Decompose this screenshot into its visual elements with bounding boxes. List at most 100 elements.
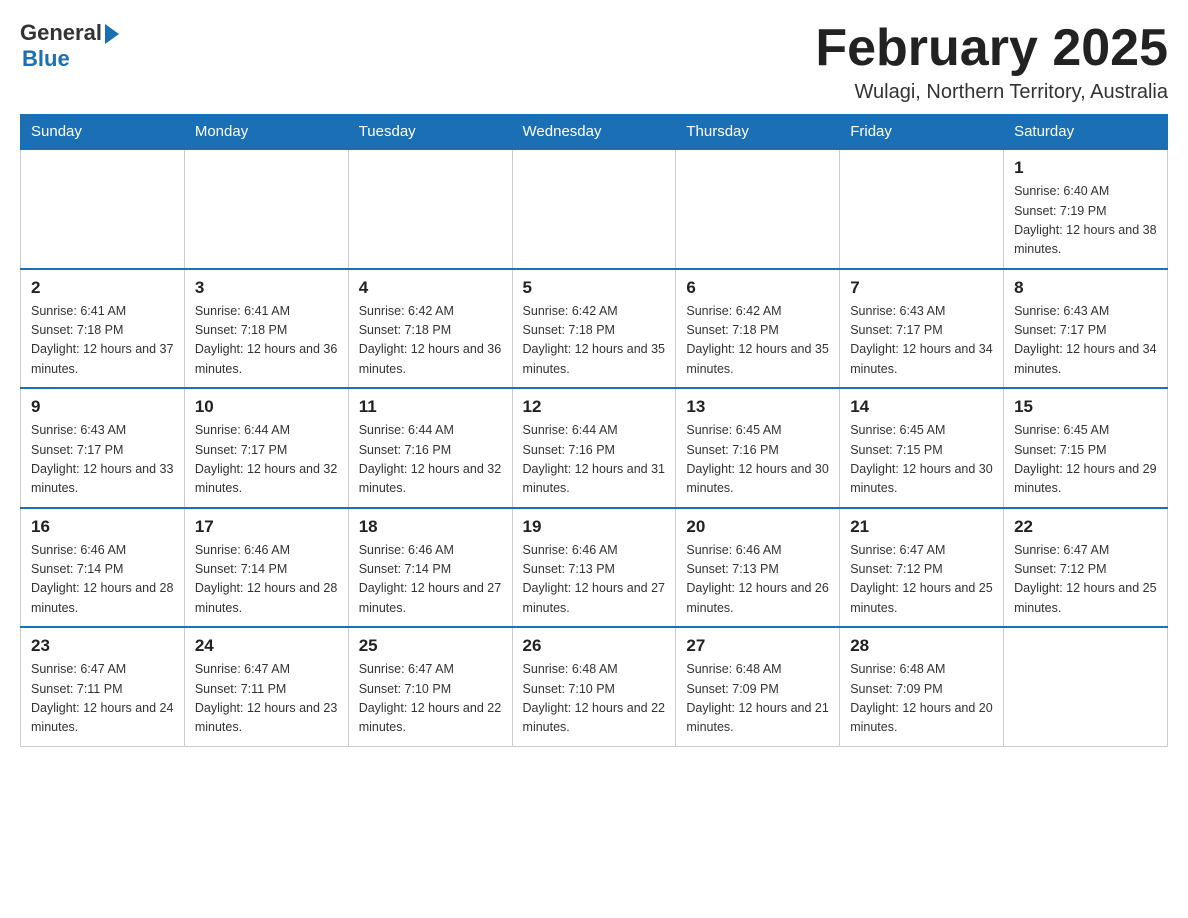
day-info: Sunrise: 6:46 AM Sunset: 7:13 PM Dayligh… — [523, 541, 666, 619]
day-number: 10 — [195, 397, 338, 417]
day-info: Sunrise: 6:46 AM Sunset: 7:14 PM Dayligh… — [359, 541, 502, 619]
day-info: Sunrise: 6:48 AM Sunset: 7:10 PM Dayligh… — [523, 660, 666, 738]
day-of-week-header: Monday — [184, 115, 348, 150]
day-number: 24 — [195, 636, 338, 656]
calendar-cell: 1 Sunrise: 6:40 AM Sunset: 7:19 PM Daylig… — [1004, 149, 1168, 269]
day-info: Sunrise: 6:47 AM Sunset: 7:12 PM Dayligh… — [1014, 541, 1157, 619]
day-info: Sunrise: 6:44 AM Sunset: 7:17 PM Dayligh… — [195, 421, 338, 499]
calendar-cell: 10 Sunrise: 6:44 AM Sunset: 7:17 PM Dayli… — [184, 388, 348, 508]
calendar-cell: 6 Sunrise: 6:42 AM Sunset: 7:18 PM Daylig… — [676, 269, 840, 389]
day-number: 17 — [195, 517, 338, 537]
calendar-cell: 26 Sunrise: 6:48 AM Sunset: 7:10 PM Dayli… — [512, 627, 676, 746]
calendar-cell: 18 Sunrise: 6:46 AM Sunset: 7:14 PM Dayli… — [348, 508, 512, 628]
day-number: 12 — [523, 397, 666, 417]
title-block: February 2025 Wulagi, Northern Territory… — [815, 20, 1168, 104]
day-info: Sunrise: 6:47 AM Sunset: 7:11 PM Dayligh… — [31, 660, 174, 738]
calendar-cell: 15 Sunrise: 6:45 AM Sunset: 7:15 PM Dayli… — [1004, 388, 1168, 508]
calendar-cell: 25 Sunrise: 6:47 AM Sunset: 7:10 PM Dayli… — [348, 627, 512, 746]
day-info: Sunrise: 6:42 AM Sunset: 7:18 PM Dayligh… — [523, 302, 666, 380]
day-of-week-header: Thursday — [676, 115, 840, 150]
calendar-cell — [1004, 627, 1168, 746]
logo: General Blue — [20, 20, 119, 72]
day-number: 25 — [359, 636, 502, 656]
day-number: 14 — [850, 397, 993, 417]
calendar-week-row: 2 Sunrise: 6:41 AM Sunset: 7:18 PM Daylig… — [21, 269, 1168, 389]
day-info: Sunrise: 6:47 AM Sunset: 7:10 PM Dayligh… — [359, 660, 502, 738]
day-number: 13 — [686, 397, 829, 417]
day-number: 1 — [1014, 158, 1157, 178]
month-title: February 2025 — [815, 20, 1168, 77]
calendar-cell: 17 Sunrise: 6:46 AM Sunset: 7:14 PM Dayli… — [184, 508, 348, 628]
day-number: 5 — [523, 278, 666, 298]
calendar-cell: 24 Sunrise: 6:47 AM Sunset: 7:11 PM Dayli… — [184, 627, 348, 746]
calendar-cell: 13 Sunrise: 6:45 AM Sunset: 7:16 PM Dayli… — [676, 388, 840, 508]
day-info: Sunrise: 6:46 AM Sunset: 7:14 PM Dayligh… — [31, 541, 174, 619]
calendar-week-row: 9Sunrise: 6:43 AM Sunset: 7:17 PM Daylig… — [21, 388, 1168, 508]
calendar-cell — [184, 149, 348, 269]
calendar-cell: 2 Sunrise: 6:41 AM Sunset: 7:18 PM Daylig… — [21, 269, 185, 389]
day-info: Sunrise: 6:44 AM Sunset: 7:16 PM Dayligh… — [523, 421, 666, 499]
day-number: 16 — [31, 517, 174, 537]
day-number: 3 — [195, 278, 338, 298]
location-label: Wulagi, Northern Territory, Australia — [815, 81, 1168, 104]
day-info: Sunrise: 6:46 AM Sunset: 7:13 PM Dayligh… — [686, 541, 829, 619]
day-info: Sunrise: 6:46 AM Sunset: 7:14 PM Dayligh… — [195, 541, 338, 619]
day-number: 4 — [359, 278, 502, 298]
calendar-cell: 21 Sunrise: 6:47 AM Sunset: 7:12 PM Dayli… — [840, 508, 1004, 628]
calendar-cell: 7Sunrise: 6:43 AM Sunset: 7:17 PM Daylig… — [840, 269, 1004, 389]
day-of-week-header: Saturday — [1004, 115, 1168, 150]
day-info: Sunrise: 6:47 AM Sunset: 7:12 PM Dayligh… — [850, 541, 993, 619]
page-header: General Blue February 2025 Wulagi, North… — [20, 20, 1168, 104]
day-info: Sunrise: 6:40 AM Sunset: 7:19 PM Dayligh… — [1014, 182, 1157, 260]
day-info: Sunrise: 6:45 AM Sunset: 7:15 PM Dayligh… — [1014, 421, 1157, 499]
day-of-week-header: Tuesday — [348, 115, 512, 150]
logo-blue-text: Blue — [22, 46, 70, 72]
day-info: Sunrise: 6:43 AM Sunset: 7:17 PM Dayligh… — [1014, 302, 1157, 380]
day-info: Sunrise: 6:42 AM Sunset: 7:18 PM Dayligh… — [359, 302, 502, 380]
day-number: 22 — [1014, 517, 1157, 537]
day-info: Sunrise: 6:47 AM Sunset: 7:11 PM Dayligh… — [195, 660, 338, 738]
day-number: 20 — [686, 517, 829, 537]
calendar-cell — [676, 149, 840, 269]
day-number: 19 — [523, 517, 666, 537]
day-number: 11 — [359, 397, 502, 417]
calendar-cell: 20 Sunrise: 6:46 AM Sunset: 7:13 PM Dayli… — [676, 508, 840, 628]
day-info: Sunrise: 6:48 AM Sunset: 7:09 PM Dayligh… — [850, 660, 993, 738]
day-number: 23 — [31, 636, 174, 656]
calendar-cell: 11 Sunrise: 6:44 AM Sunset: 7:16 PM Dayli… — [348, 388, 512, 508]
day-number: 15 — [1014, 397, 1157, 417]
day-number: 2 — [31, 278, 174, 298]
calendar-cell — [840, 149, 1004, 269]
day-of-week-header: Friday — [840, 115, 1004, 150]
calendar-cell — [21, 149, 185, 269]
calendar-table: SundayMondayTuesdayWednesdayThursdayFrid… — [20, 114, 1168, 747]
calendar-cell: 8Sunrise: 6:43 AM Sunset: 7:17 PM Daylig… — [1004, 269, 1168, 389]
day-number: 21 — [850, 517, 993, 537]
day-info: Sunrise: 6:45 AM Sunset: 7:15 PM Dayligh… — [850, 421, 993, 499]
day-number: 18 — [359, 517, 502, 537]
calendar-cell: 23 Sunrise: 6:47 AM Sunset: 7:11 PM Dayli… — [21, 627, 185, 746]
day-info: Sunrise: 6:44 AM Sunset: 7:16 PM Dayligh… — [359, 421, 502, 499]
calendar-cell: 28 Sunrise: 6:48 AM Sunset: 7:09 PM Dayli… — [840, 627, 1004, 746]
day-info: Sunrise: 6:45 AM Sunset: 7:16 PM Dayligh… — [686, 421, 829, 499]
day-info: Sunrise: 6:41 AM Sunset: 7:18 PM Dayligh… — [31, 302, 174, 380]
calendar-week-row: 23 Sunrise: 6:47 AM Sunset: 7:11 PM Dayli… — [21, 627, 1168, 746]
calendar-header-row: SundayMondayTuesdayWednesdayThursdayFrid… — [21, 115, 1168, 150]
logo-general-text: General — [20, 20, 102, 46]
calendar-cell: 16 Sunrise: 6:46 AM Sunset: 7:14 PM Dayli… — [21, 508, 185, 628]
calendar-cell: 4 Sunrise: 6:42 AM Sunset: 7:18 PM Daylig… — [348, 269, 512, 389]
calendar-cell: 19 Sunrise: 6:46 AM Sunset: 7:13 PM Dayli… — [512, 508, 676, 628]
day-number: 6 — [686, 278, 829, 298]
day-number: 26 — [523, 636, 666, 656]
calendar-week-row: 16 Sunrise: 6:46 AM Sunset: 7:14 PM Dayli… — [21, 508, 1168, 628]
day-of-week-header: Wednesday — [512, 115, 676, 150]
calendar-cell: 27Sunrise: 6:48 AM Sunset: 7:09 PM Dayli… — [676, 627, 840, 746]
day-number: 28 — [850, 636, 993, 656]
day-info: Sunrise: 6:42 AM Sunset: 7:18 PM Dayligh… — [686, 302, 829, 380]
calendar-cell — [348, 149, 512, 269]
calendar-week-row: 1 Sunrise: 6:40 AM Sunset: 7:19 PM Daylig… — [21, 149, 1168, 269]
day-of-week-header: Sunday — [21, 115, 185, 150]
calendar-cell: 5 Sunrise: 6:42 AM Sunset: 7:18 PM Daylig… — [512, 269, 676, 389]
calendar-cell: 12 Sunrise: 6:44 AM Sunset: 7:16 PM Dayli… — [512, 388, 676, 508]
calendar-cell: 9Sunrise: 6:43 AM Sunset: 7:17 PM Daylig… — [21, 388, 185, 508]
